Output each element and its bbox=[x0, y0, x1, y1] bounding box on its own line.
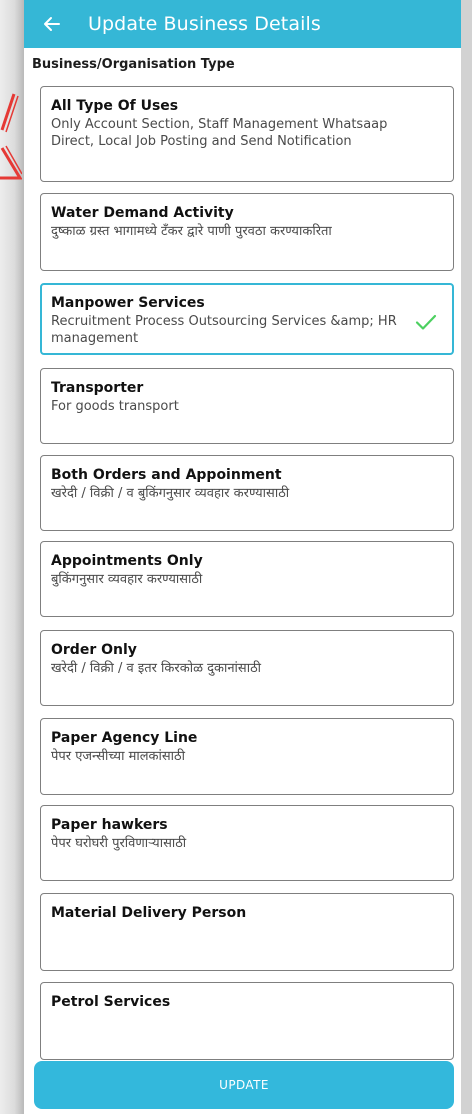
background-app-edge-right bbox=[461, 0, 472, 1114]
checkmark-icon bbox=[415, 314, 437, 330]
card-description: बुकिंगनुसार व्यवहार करण्यासाठी bbox=[51, 572, 203, 587]
card-title: Petrol Services bbox=[51, 994, 171, 1010]
business-type-card-all-uses[interactable]: All Type Of Uses Only Account Section, S… bbox=[40, 86, 454, 182]
card-description: दुष्काळ ग्रस्त भागामध्ये टँकर द्वारे पाण… bbox=[51, 224, 332, 239]
card-title: Paper Agency Line bbox=[51, 730, 198, 746]
card-title: Paper hawkers bbox=[51, 817, 168, 833]
card-title: All Type Of Uses bbox=[51, 98, 179, 114]
card-title: Water Demand Activity bbox=[51, 205, 234, 221]
business-type-card-manpower[interactable]: Manpower Services Recruitment Process Ou… bbox=[40, 283, 454, 355]
app-bar: Update Business Details bbox=[24, 0, 461, 48]
card-description: खरेदी / विक्री / व बुकिंगनुसार व्यवहार क… bbox=[51, 486, 290, 501]
business-type-card-order-only[interactable]: Order Only खरेदी / विक्री / व इतर किरकोळ… bbox=[40, 630, 454, 706]
card-description: पेपर एजन्सीच्या मालकांसाठी bbox=[51, 749, 185, 764]
business-type-card-orders-appointment[interactable]: Both Orders and Appoinment खरेदी / विक्र… bbox=[40, 455, 454, 531]
page-title: Update Business Details bbox=[88, 13, 321, 35]
update-business-screen: Update Business Details Business/Organis… bbox=[24, 0, 461, 1114]
business-type-card-paper-agency[interactable]: Paper Agency Line पेपर एजन्सीच्या मालकां… bbox=[40, 718, 454, 795]
card-title: Transporter bbox=[51, 380, 144, 396]
arrow-left-icon[interactable] bbox=[38, 10, 66, 38]
card-description: खरेदी / विक्री / व इतर किरकोळ दुकानांसाठ… bbox=[51, 661, 262, 676]
card-title: Manpower Services bbox=[51, 295, 205, 311]
business-type-card-water-demand[interactable]: Water Demand Activity दुष्काळ ग्रस्त भाग… bbox=[40, 193, 454, 271]
business-type-card-appointments-only[interactable]: Appointments Only बुकिंगनुसार व्यवहार कर… bbox=[40, 541, 454, 617]
card-title: Material Delivery Person bbox=[51, 905, 247, 921]
card-title: Both Orders and Appoinment bbox=[51, 467, 282, 483]
business-type-card-petrol-services[interactable]: Petrol Services bbox=[40, 982, 454, 1060]
background-app-edge bbox=[0, 0, 24, 1114]
card-description: पेपर घरोघरी पुरविणाऱ्यासाठी bbox=[51, 836, 187, 851]
red-arrow-decoration bbox=[0, 93, 22, 180]
card-description: For goods transport bbox=[51, 399, 179, 414]
business-type-card-material-delivery[interactable]: Material Delivery Person bbox=[40, 893, 454, 971]
business-type-card-transporter[interactable]: Transporter For goods transport bbox=[40, 368, 454, 444]
business-type-card-paper-hawkers[interactable]: Paper hawkers पेपर घरोघरी पुरविणाऱ्यासाठ… bbox=[40, 805, 454, 881]
card-title: Order Only bbox=[51, 642, 137, 658]
card-description: Recruitment Process Outsourcing Services… bbox=[51, 314, 397, 346]
update-button[interactable]: UPDATE bbox=[34, 1061, 454, 1109]
card-description: Only Account Section, Staff Management W… bbox=[51, 117, 388, 149]
card-title: Appointments Only bbox=[51, 553, 203, 569]
section-label: Business/Organisation Type bbox=[32, 57, 235, 72]
